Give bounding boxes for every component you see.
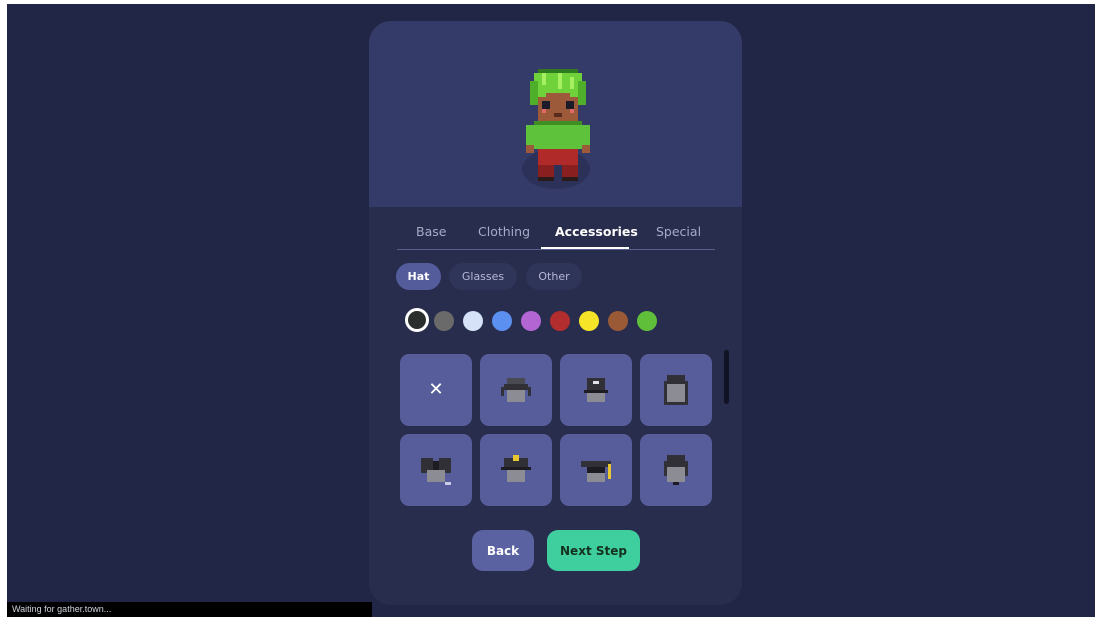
color-swatch[interactable] bbox=[637, 311, 657, 331]
helmet-hat-icon bbox=[664, 455, 688, 485]
item-graduation[interactable] bbox=[560, 434, 632, 506]
avatar-preview bbox=[369, 21, 742, 207]
subtab-hat[interactable]: Hat bbox=[396, 263, 441, 290]
tab-special[interactable]: Special bbox=[656, 224, 701, 239]
next-step-button[interactable]: Next Step bbox=[547, 530, 640, 571]
avatar-sprite bbox=[526, 69, 590, 181]
avatar bbox=[522, 69, 594, 193]
close-icon: ✕ bbox=[428, 379, 444, 400]
tab-accessories[interactable]: Accessories bbox=[555, 224, 638, 239]
color-swatch[interactable] bbox=[434, 311, 454, 331]
color-swatch[interactable] bbox=[550, 311, 570, 331]
item-helmet[interactable] bbox=[640, 434, 712, 506]
color-swatch[interactable] bbox=[521, 311, 541, 331]
tab-clothing[interactable]: Clothing bbox=[478, 224, 530, 239]
back-button[interactable]: Back bbox=[472, 530, 534, 571]
hood-hat-icon bbox=[664, 375, 688, 405]
color-swatch[interactable] bbox=[492, 311, 512, 331]
active-tab-indicator bbox=[541, 247, 629, 249]
color-swatch[interactable] bbox=[608, 311, 628, 331]
cap-hat-icon bbox=[584, 378, 608, 402]
color-swatch[interactable] bbox=[579, 311, 599, 331]
item-beanie[interactable] bbox=[480, 354, 552, 426]
subtab-other[interactable]: Other bbox=[526, 263, 582, 290]
color-swatch[interactable] bbox=[405, 308, 429, 332]
color-swatch[interactable] bbox=[463, 311, 483, 331]
graduation-cap-icon bbox=[581, 461, 611, 482]
avatar-editor-card: Base Clothing Accessories Special Hat Gl… bbox=[369, 21, 742, 605]
item-bow[interactable] bbox=[400, 434, 472, 506]
item-hood[interactable] bbox=[640, 354, 712, 426]
category-tabs: Base Clothing Accessories Special bbox=[397, 221, 715, 250]
item-none[interactable]: ✕ bbox=[400, 354, 472, 426]
police-hat-icon bbox=[501, 455, 531, 482]
scrollbar[interactable] bbox=[724, 350, 729, 404]
beanie-hat-icon bbox=[501, 378, 531, 402]
status-bar: Waiting for gather.town... bbox=[7, 602, 372, 617]
tab-base[interactable]: Base bbox=[416, 224, 446, 239]
item-police[interactable] bbox=[480, 434, 552, 506]
bow-hat-icon bbox=[421, 458, 451, 485]
subtab-glasses[interactable]: Glasses bbox=[449, 263, 517, 290]
item-cap[interactable] bbox=[560, 354, 632, 426]
